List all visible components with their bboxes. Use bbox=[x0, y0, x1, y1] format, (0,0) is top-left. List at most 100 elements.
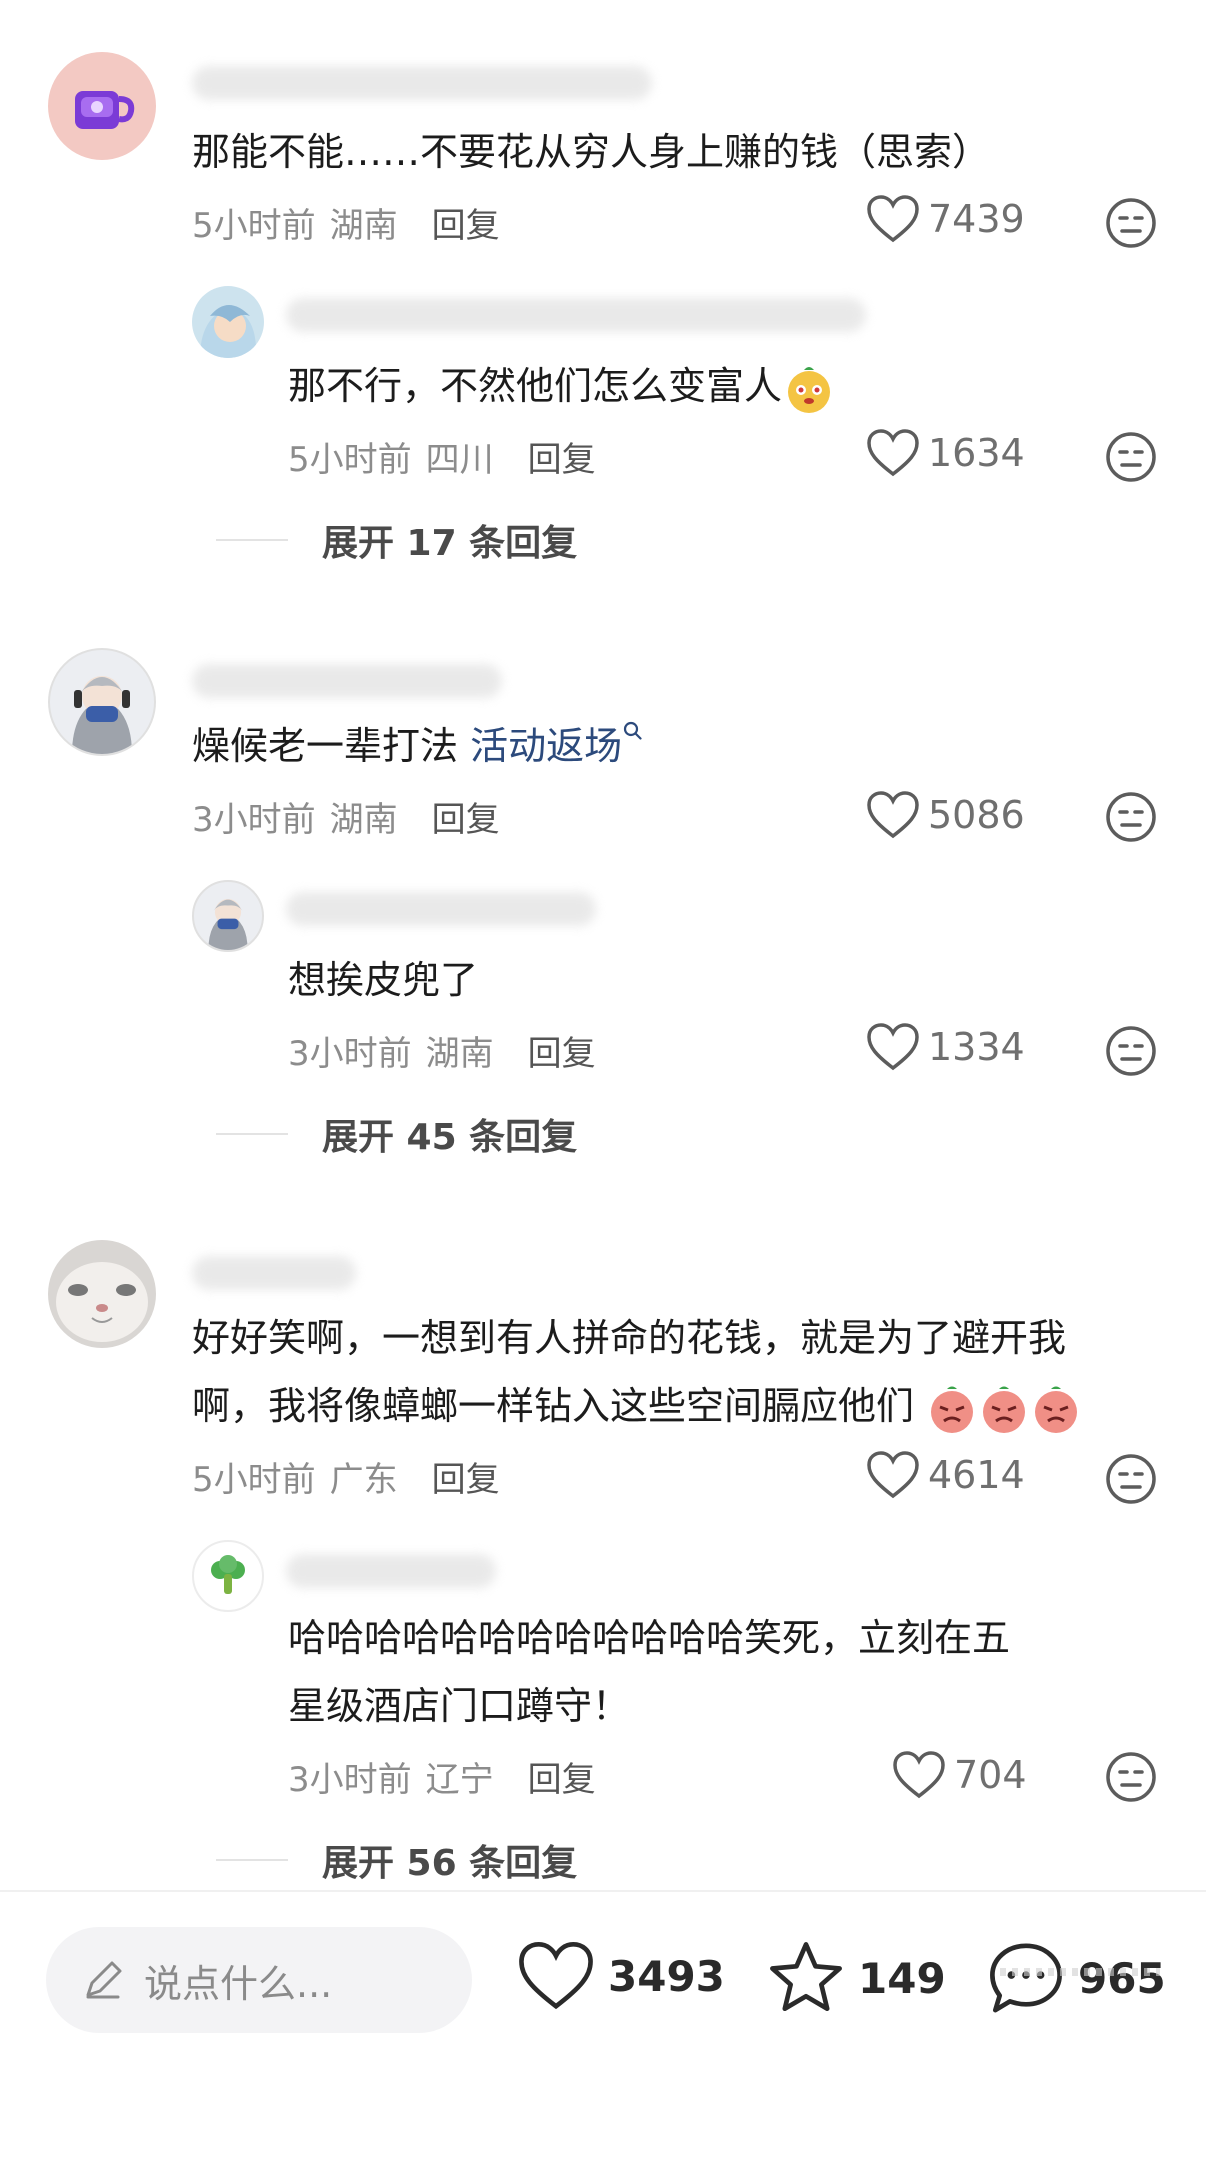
heart-outline-icon bbox=[867, 1023, 919, 1071]
neutral-face-icon[interactable] bbox=[1104, 1452, 1158, 1506]
pencil-icon bbox=[86, 1961, 122, 1999]
like-button[interactable]: 1634 bbox=[866, 428, 1025, 478]
broccoli-avatar-icon bbox=[211, 1555, 245, 1594]
bottom-action-bar: 说点什么... 3493 149 965 bbox=[0, 1890, 1206, 2164]
reply-location: 四川 bbox=[425, 440, 494, 480]
reply-meta: 3小时前 辽宁 回复 bbox=[288, 1752, 596, 1801]
reply-text-line: 星级酒店门口蹲守！ bbox=[288, 1684, 631, 1728]
expand-replies-button[interactable]: 展开 17 条回复 bbox=[216, 514, 577, 566]
expand-replies-button[interactable]: 展开 45 条回复 bbox=[216, 1108, 577, 1160]
username-blurred[interactable] bbox=[192, 1256, 356, 1290]
reply-button[interactable]: 回复 bbox=[528, 1026, 596, 1075]
neutral-face-icon[interactable] bbox=[1104, 790, 1158, 844]
comment-location: 广东 bbox=[329, 1460, 398, 1500]
like-count: 1634 bbox=[928, 431, 1025, 475]
like-count: 7439 bbox=[928, 197, 1025, 241]
comment-text-line: 好好笑啊，一想到有人拼命的花钱，就是为了避开我 bbox=[192, 1316, 1067, 1360]
cat-avatar-icon bbox=[56, 1262, 148, 1342]
reply-time: 5小时前 bbox=[288, 440, 412, 480]
reply-username-blurred[interactable] bbox=[286, 1554, 496, 1588]
peach-emoji-icon bbox=[788, 366, 831, 413]
comment-meta: 5小时前 湖南 回复 bbox=[192, 198, 500, 247]
heart-outline-icon bbox=[867, 791, 919, 839]
reply-avatar[interactable] bbox=[192, 286, 264, 358]
reply-avatar[interactable] bbox=[192, 880, 264, 952]
like-button[interactable]: 7439 bbox=[866, 194, 1025, 244]
anime-avatar-icon bbox=[200, 305, 257, 358]
reply-username-blurred[interactable] bbox=[286, 298, 866, 332]
like-count: 5086 bbox=[928, 793, 1025, 837]
heart-outline-icon bbox=[893, 1751, 945, 1799]
username-blurred[interactable] bbox=[192, 664, 502, 698]
favorite-button[interactable]: 149 bbox=[766, 1940, 946, 2016]
comment-text: 燥候老一辈打法 活动返场 bbox=[192, 712, 644, 780]
comment-time: 5小时前 bbox=[192, 1460, 316, 1500]
neutral-face-icon[interactable] bbox=[1104, 196, 1158, 250]
chat-bubble-icon bbox=[990, 1943, 1062, 2013]
reply-meta: 5小时前 四川 回复 bbox=[288, 432, 596, 481]
comment-text: 那能不能……不要花从穷人身上赚的钱（思索） bbox=[192, 130, 991, 174]
like-button[interactable]: 4614 bbox=[866, 1450, 1025, 1500]
reply-username-blurred[interactable] bbox=[286, 892, 596, 926]
reply-avatar[interactable] bbox=[192, 1540, 264, 1612]
neutral-face-icon[interactable] bbox=[1104, 1024, 1158, 1078]
angry-peach-emoji-icon bbox=[931, 1386, 974, 1433]
watermark bbox=[1000, 1968, 1160, 1976]
reply-location: 辽宁 bbox=[425, 1760, 494, 1800]
divider bbox=[216, 1859, 288, 1861]
like-button[interactable]: 704 bbox=[892, 1750, 1027, 1800]
comment-location: 湖南 bbox=[329, 800, 398, 840]
reply-button[interactable]: 回复 bbox=[528, 432, 596, 481]
purple-cup-avatar-icon bbox=[75, 91, 135, 129]
divider bbox=[216, 539, 288, 541]
reply-text-line: 哈哈哈哈哈哈哈哈哈哈哈哈笑死，立刻在五 bbox=[288, 1616, 1011, 1660]
comment-location: 湖南 bbox=[329, 206, 398, 246]
post-like-count: 3493 bbox=[608, 1951, 725, 2001]
comment-meta: 3小时前 湖南 回复 bbox=[192, 792, 500, 841]
like-button[interactable]: 1334 bbox=[866, 1022, 1025, 1072]
expand-replies-button[interactable]: 展开 56 条回复 bbox=[216, 1834, 577, 1886]
avatar[interactable] bbox=[48, 648, 156, 756]
comment-input-placeholder: 说点什么... bbox=[144, 1961, 333, 2006]
reply-meta: 3小时前 湖南 回复 bbox=[288, 1026, 596, 1075]
comment-time: 5小时前 bbox=[192, 206, 316, 246]
neutral-face-icon[interactable] bbox=[1104, 1750, 1158, 1804]
reply-button[interactable]: 回复 bbox=[432, 792, 500, 841]
comment-count: 965 bbox=[1078, 1953, 1166, 2003]
reply-button[interactable]: 回复 bbox=[432, 1452, 500, 1501]
reply-text: 那不行，不然他们怎么变富人 bbox=[288, 352, 836, 420]
like-count: 1334 bbox=[928, 1025, 1025, 1069]
reply-time: 3小时前 bbox=[288, 1760, 412, 1800]
like-count: 704 bbox=[954, 1753, 1027, 1797]
avatar[interactable] bbox=[48, 52, 156, 160]
like-count: 4614 bbox=[928, 1453, 1025, 1497]
username-blurred[interactable] bbox=[192, 66, 652, 100]
like-button[interactable]: 5086 bbox=[866, 790, 1025, 840]
heart-outline-icon bbox=[867, 195, 919, 243]
heart-outline-icon bbox=[867, 1451, 919, 1499]
star-outline-icon bbox=[770, 1942, 842, 2012]
comment-meta: 5小时前 广东 回复 bbox=[192, 1452, 500, 1501]
comment-text-line: 啊，我将像蟑螂一样钻入这些空间膈应他们 bbox=[192, 1372, 1082, 1440]
neutral-face-icon[interactable] bbox=[1104, 430, 1158, 484]
avatar[interactable] bbox=[48, 1240, 156, 1348]
search-icon bbox=[624, 721, 642, 740]
favorite-count: 149 bbox=[858, 1953, 946, 2003]
reply-time: 3小时前 bbox=[288, 1034, 412, 1074]
anime-girl-avatar-icon bbox=[208, 899, 248, 950]
anime-girl-avatar-icon bbox=[72, 676, 132, 754]
post-like-button[interactable]: 3493 bbox=[516, 1940, 725, 2012]
comment-input[interactable]: 说点什么... bbox=[46, 1927, 472, 2033]
comments-button[interactable]: 965 bbox=[986, 1940, 1166, 2016]
divider bbox=[216, 1133, 288, 1135]
reply-button[interactable]: 回复 bbox=[432, 198, 500, 247]
topic-link[interactable]: 活动返场 bbox=[470, 724, 622, 768]
reply-text: 想挨皮兜了 bbox=[288, 958, 479, 1002]
comment-time: 3小时前 bbox=[192, 800, 316, 840]
reply-location: 湖南 bbox=[425, 1034, 494, 1074]
angry-peach-emoji-icon bbox=[983, 1386, 1026, 1433]
reply-button[interactable]: 回复 bbox=[528, 1752, 596, 1801]
heart-outline-icon bbox=[867, 429, 919, 477]
heart-outline-icon bbox=[519, 1942, 593, 2010]
angry-peach-emoji-icon bbox=[1035, 1386, 1078, 1433]
